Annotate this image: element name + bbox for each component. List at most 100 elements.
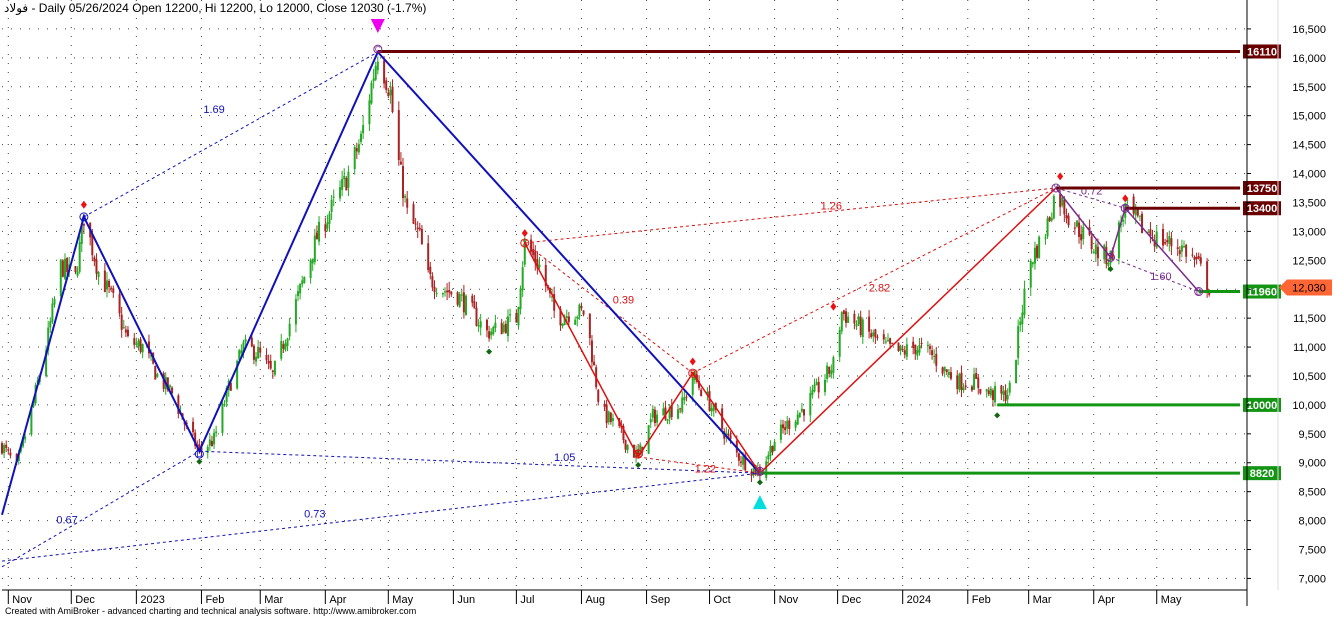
candle-body	[1048, 217, 1051, 222]
pivot-label: A	[1108, 253, 1114, 262]
level-tag-label: 13750	[1247, 183, 1278, 195]
candle-body	[727, 433, 730, 436]
candle-body	[624, 439, 627, 450]
y-tick-label: 9,000	[1298, 458, 1326, 470]
support-resistance-levels: 16110 13750 13400 11960 10000 8820	[377, 44, 1281, 481]
candle-body	[297, 291, 300, 297]
candle-body	[1195, 256, 1198, 260]
candle-body	[784, 427, 787, 431]
candle-body	[872, 332, 875, 337]
candle-body	[700, 389, 703, 397]
candle-body	[5, 444, 8, 448]
candle-body	[874, 329, 877, 338]
candle-body	[1122, 220, 1125, 222]
candle-body	[649, 419, 652, 423]
candle-body	[931, 350, 934, 356]
candle-body	[330, 199, 333, 212]
candle-body	[1015, 360, 1018, 384]
candle-body	[653, 409, 656, 424]
pivot-label: D	[757, 467, 763, 476]
pivot-label: B	[1123, 204, 1128, 213]
candle-body	[135, 343, 138, 345]
candle-body	[578, 304, 581, 317]
candle-body	[383, 60, 386, 84]
candle-body	[385, 80, 388, 90]
candle-body	[311, 258, 314, 264]
candle-body	[502, 324, 505, 333]
candle-body	[1197, 255, 1200, 259]
ratio-label: 0.73	[304, 509, 325, 521]
candle-body	[3, 445, 6, 454]
candle-body	[1, 443, 3, 454]
candle-body	[662, 408, 665, 416]
candle-body	[313, 235, 316, 262]
candle-body	[1180, 245, 1183, 252]
candle-body	[391, 86, 394, 113]
candle-body	[973, 374, 976, 390]
pivot-label: C	[375, 45, 381, 54]
candle-body	[93, 257, 96, 262]
level-tag-label: 16110	[1247, 46, 1277, 58]
candle-body	[355, 148, 358, 152]
candle-body	[59, 259, 62, 297]
ratio-label: 1.69	[203, 104, 224, 116]
candle-body	[399, 161, 402, 165]
y-tick-label: 14,500	[1292, 140, 1326, 152]
candle-body	[301, 280, 304, 285]
candle-body	[1061, 197, 1064, 206]
candle-body	[429, 266, 432, 275]
candle-body	[826, 365, 829, 379]
x-tick-label: Feb	[205, 594, 224, 606]
candle-body	[240, 350, 243, 354]
candle-body	[252, 345, 255, 360]
candle-body	[49, 321, 52, 328]
candle-body	[406, 198, 409, 208]
candle-body	[1162, 228, 1165, 246]
candle-body	[479, 321, 482, 328]
candle-body	[1073, 227, 1076, 229]
candle-body	[168, 385, 171, 388]
price-chart[interactable]: 1.691.050.67 0.731.260.391.222.820.721.60…	[0, 0, 1336, 619]
x-tick-label: May	[392, 594, 413, 606]
candle-body	[357, 144, 360, 153]
candle-body	[215, 431, 218, 434]
candle-body	[1017, 326, 1020, 358]
x-tick-label: Nov	[779, 594, 799, 606]
candle-body	[975, 373, 978, 379]
candle-body	[886, 340, 889, 342]
candle-body	[1199, 257, 1202, 264]
candle-body	[914, 345, 917, 354]
x-tick-label: Mar	[264, 594, 283, 606]
candle-body	[876, 336, 879, 338]
candle-body	[63, 258, 66, 279]
candle-body	[387, 92, 390, 96]
candle-body	[1166, 240, 1169, 243]
red-marker	[689, 357, 696, 366]
candle-body	[141, 344, 144, 353]
candle-body	[977, 377, 980, 388]
candle-body	[861, 319, 864, 337]
candle-body	[1170, 238, 1173, 247]
pivot-label: X	[522, 239, 528, 248]
ratio-line	[1, 472, 760, 562]
candle-body	[947, 371, 950, 375]
y-tick-label: 16,000	[1292, 53, 1326, 65]
y-tick-label: 14,000	[1292, 169, 1326, 181]
candle-body	[962, 387, 965, 391]
candle-body	[576, 316, 579, 319]
candle-body	[945, 369, 948, 372]
candle-body	[1183, 246, 1186, 248]
candle-body	[1059, 193, 1062, 208]
candle-body	[95, 259, 98, 274]
candle-body	[611, 418, 614, 422]
candle-body	[857, 316, 860, 325]
candle-body	[935, 354, 938, 366]
x-tick-label: Mar	[1033, 594, 1052, 606]
candle-body	[257, 346, 260, 359]
candle-body	[933, 356, 936, 358]
pivot-label: D	[1196, 288, 1202, 297]
candle-body	[830, 370, 833, 375]
candle-body	[1050, 217, 1053, 221]
candle-body	[397, 110, 400, 161]
candle-body	[404, 196, 407, 198]
